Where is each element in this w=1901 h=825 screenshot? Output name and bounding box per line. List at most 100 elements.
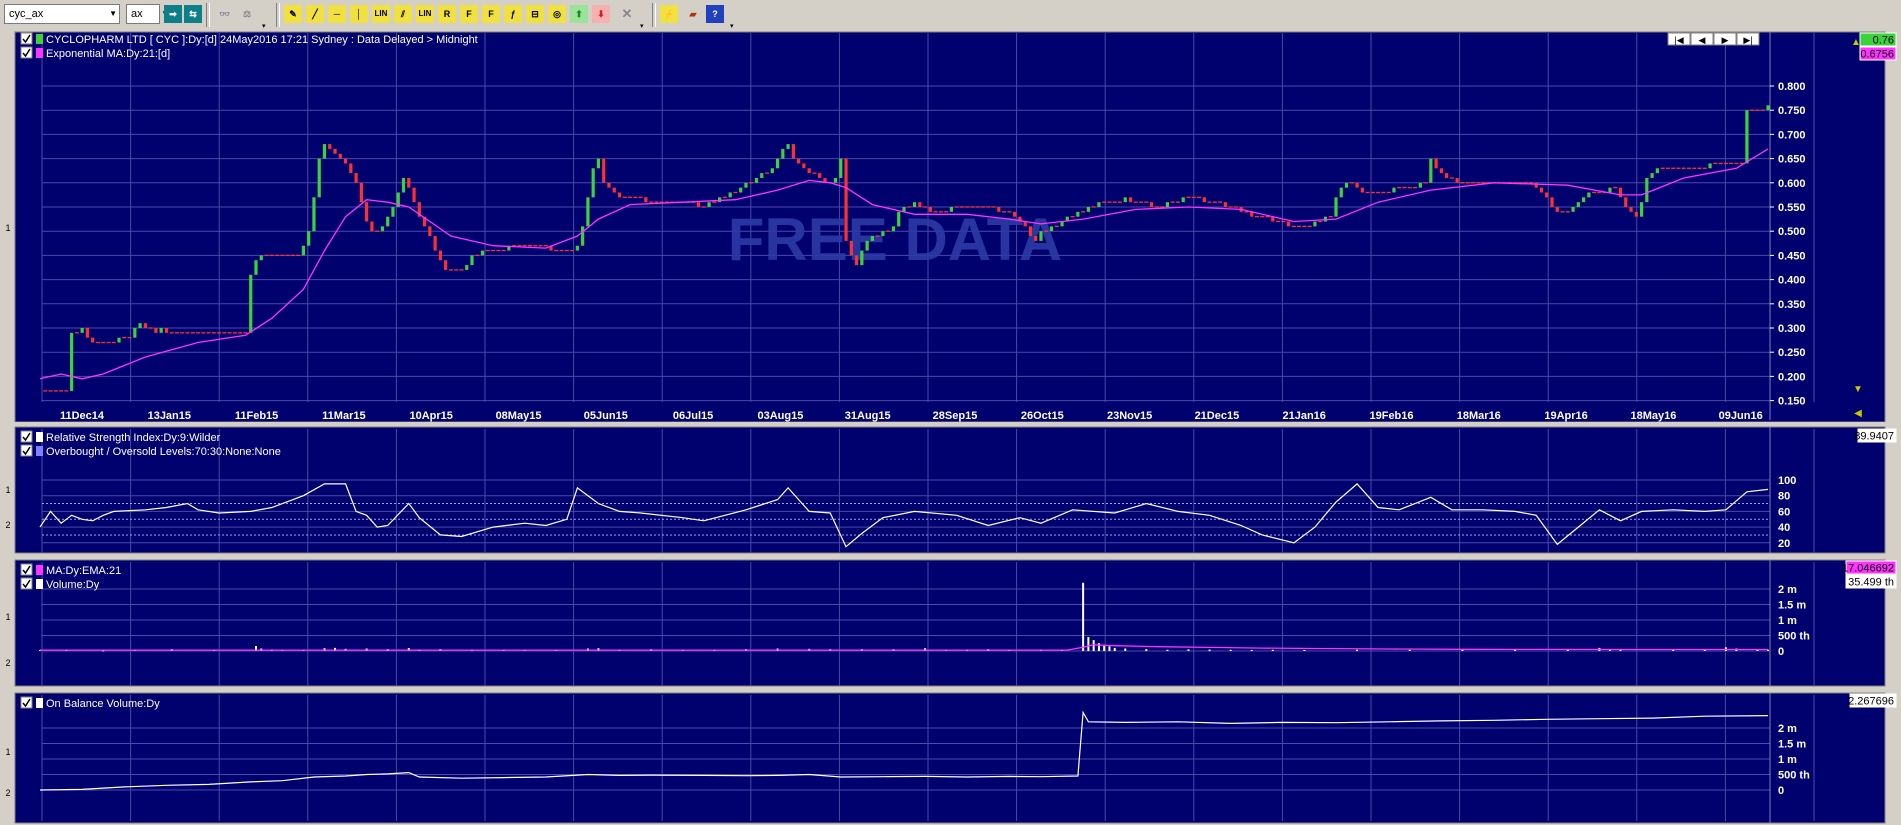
scales-icon[interactable]: ⚖ bbox=[238, 5, 256, 23]
price-candle-down bbox=[433, 236, 437, 251]
f-tool-icon[interactable]: F bbox=[460, 5, 478, 23]
legend-swatch bbox=[36, 432, 43, 442]
price-candle-down bbox=[1439, 168, 1443, 174]
symbol-combo[interactable]: cyc_ax ▼ bbox=[4, 4, 120, 24]
toolbar: cyc_ax ▼ ax ▼ ➡ ⇆ 👓 ⚖ ▾ ✎ ╱ ─ │ LIN ⫽ LI… bbox=[0, 0, 1901, 31]
exchange-value: ax bbox=[131, 8, 143, 20]
price-y-tick-label: 0.500 bbox=[1778, 226, 1806, 238]
volume-y-tick-label: 1.5 m bbox=[1778, 600, 1806, 612]
date-x-tick-label: 03Aug15 bbox=[757, 410, 803, 422]
binoculars-icon[interactable]: 👓 bbox=[216, 5, 234, 23]
price-candle-down bbox=[1555, 207, 1559, 212]
ellipse-tool-icon[interactable]: ◎ bbox=[548, 5, 566, 23]
price-candle-up bbox=[760, 173, 764, 178]
lin-tool-3-icon[interactable]: LIN bbox=[416, 5, 434, 23]
scroll-left-icon: ◀ bbox=[1854, 408, 1862, 419]
date-x-tick-label: 28Sep15 bbox=[933, 410, 978, 422]
fib-tool-icon[interactable]: F bbox=[482, 5, 500, 23]
up-arrow-tool-icon[interactable]: ⬆ bbox=[570, 5, 588, 23]
price-y-tick-label: 0.700 bbox=[1778, 129, 1806, 141]
volume-panel: 1 2 2 m 1.5 m 1 m 500 th 0 MA:Dy:EMA:21 Volume:D… bbox=[0, 558, 1901, 688]
price-candle-down bbox=[1013, 211, 1017, 217]
price-candle-up bbox=[1181, 197, 1185, 203]
price-candle-up bbox=[386, 216, 390, 227]
price-candle-up bbox=[1582, 197, 1586, 203]
price-panel: 1 FREE DATA 0.800 0.750 0.700 0.650 0.600 0.550… bbox=[0, 30, 1901, 422]
price-candle-down bbox=[928, 207, 932, 212]
volume-bar bbox=[1303, 649, 1306, 651]
lin-tool-icon[interactable]: LIN bbox=[372, 5, 390, 23]
legend-toggle-checkbox[interactable] bbox=[20, 563, 33, 576]
price-candle-down bbox=[612, 187, 616, 193]
price-candle-down bbox=[407, 177, 411, 188]
volume-bar bbox=[1087, 637, 1090, 651]
legend-toggle-checkbox-box[interactable] bbox=[20, 32, 33, 45]
obv-y-tick-label: 0 bbox=[1778, 785, 1784, 797]
price-candle-down bbox=[997, 207, 1001, 212]
price-candle-down bbox=[844, 158, 848, 241]
f-label-2: F bbox=[488, 9, 494, 19]
price-candle-up bbox=[249, 274, 253, 333]
lin-tool-2-icon[interactable]: ⫽ bbox=[394, 5, 412, 23]
legend-toggle-checkbox[interactable] bbox=[20, 430, 33, 443]
book-icon[interactable]: ▰ bbox=[684, 5, 702, 23]
price-candle-up bbox=[581, 226, 585, 246]
horizontal-line-icon[interactable]: ─ bbox=[328, 5, 346, 23]
legend-toggle-checkbox[interactable] bbox=[20, 444, 33, 457]
toolbar-grip-icon[interactable]: ▾ bbox=[262, 22, 266, 30]
legend-toggle-checkbox-box[interactable] bbox=[20, 696, 33, 709]
legend-toggle-checkbox-box[interactable] bbox=[20, 46, 33, 59]
legend-toggle-checkbox[interactable] bbox=[20, 46, 33, 59]
legend-swatch bbox=[36, 446, 43, 456]
legend-entry: On Balance Volume:Dy bbox=[46, 698, 160, 710]
legend-toggle-checkbox-box[interactable] bbox=[20, 577, 33, 590]
text-tool-icon[interactable]: ⊟ bbox=[526, 5, 544, 23]
price-candle-up bbox=[138, 323, 142, 328]
date-x-tick-label: 11Feb15 bbox=[235, 410, 278, 422]
price-candle-down bbox=[696, 202, 701, 207]
help-icon[interactable]: ? bbox=[706, 5, 724, 23]
line-icon[interactable]: ╱ bbox=[306, 5, 324, 23]
plot-background bbox=[15, 427, 1885, 553]
price-candle-down bbox=[438, 250, 442, 261]
toolbar-grip-icon[interactable]: ▾ bbox=[640, 22, 644, 30]
pane-scale-label: 1 bbox=[5, 612, 10, 622]
price-candle-up bbox=[312, 197, 316, 232]
legend-toggle-checkbox[interactable] bbox=[20, 577, 33, 590]
scroll-down-icon: ▼ bbox=[1853, 384, 1863, 395]
toolbar-grip-icon[interactable]: ▾ bbox=[730, 22, 734, 30]
pencil-icon[interactable]: ✎ bbox=[284, 5, 302, 23]
price-candle-up bbox=[865, 240, 869, 251]
refresh-icon[interactable]: ⇆ bbox=[184, 5, 202, 23]
price-candle-down bbox=[1618, 187, 1623, 198]
scroll-up-icon: ▲ bbox=[1851, 37, 1861, 48]
go-icon[interactable]: ➡ bbox=[164, 5, 182, 23]
delete-icon[interactable]: ✕ bbox=[618, 5, 636, 23]
r-tool-icon[interactable]: R bbox=[438, 5, 456, 23]
indicator-icon[interactable]: ⚡ bbox=[660, 5, 678, 23]
down-arrow-tool-icon[interactable]: ⬇ bbox=[592, 5, 610, 23]
symbol-value: cyc_ax bbox=[9, 8, 44, 20]
legend-toggle-checkbox[interactable] bbox=[20, 696, 33, 709]
price-candle-up bbox=[1587, 192, 1591, 198]
chevron-down-icon[interactable]: ▼ bbox=[109, 5, 117, 23]
vertical-line-icon[interactable]: │ bbox=[350, 5, 368, 23]
price-candle-down bbox=[1624, 197, 1628, 207]
price-candle-down bbox=[1360, 187, 1364, 193]
legend-toggle-checkbox[interactable] bbox=[20, 32, 33, 45]
price-candle-down bbox=[91, 337, 95, 343]
rsi-y-tick-label: 80 bbox=[1778, 491, 1790, 503]
date-x-tick-label: 11Mar15 bbox=[322, 410, 365, 422]
price-candle-down bbox=[602, 158, 606, 183]
price-candle-down bbox=[1545, 192, 1549, 198]
price-candle-up bbox=[322, 144, 327, 159]
exchange-combo[interactable]: ax ▼ bbox=[126, 4, 169, 24]
p0-svg: 1 FREE DATA 0.800 0.750 0.700 0.650 0.600 0.550… bbox=[0, 30, 1901, 422]
rsi-y-tick-label: 20 bbox=[1778, 538, 1790, 550]
fx-tool-icon[interactable]: ƒ bbox=[504, 5, 522, 23]
legend-toggle-checkbox-box[interactable] bbox=[20, 563, 33, 576]
legend-toggle-checkbox-box[interactable] bbox=[20, 430, 33, 443]
pane-scale-label: 1 bbox=[5, 485, 10, 495]
legend-toggle-checkbox-box[interactable] bbox=[20, 444, 33, 457]
volume-bar bbox=[1113, 647, 1116, 651]
